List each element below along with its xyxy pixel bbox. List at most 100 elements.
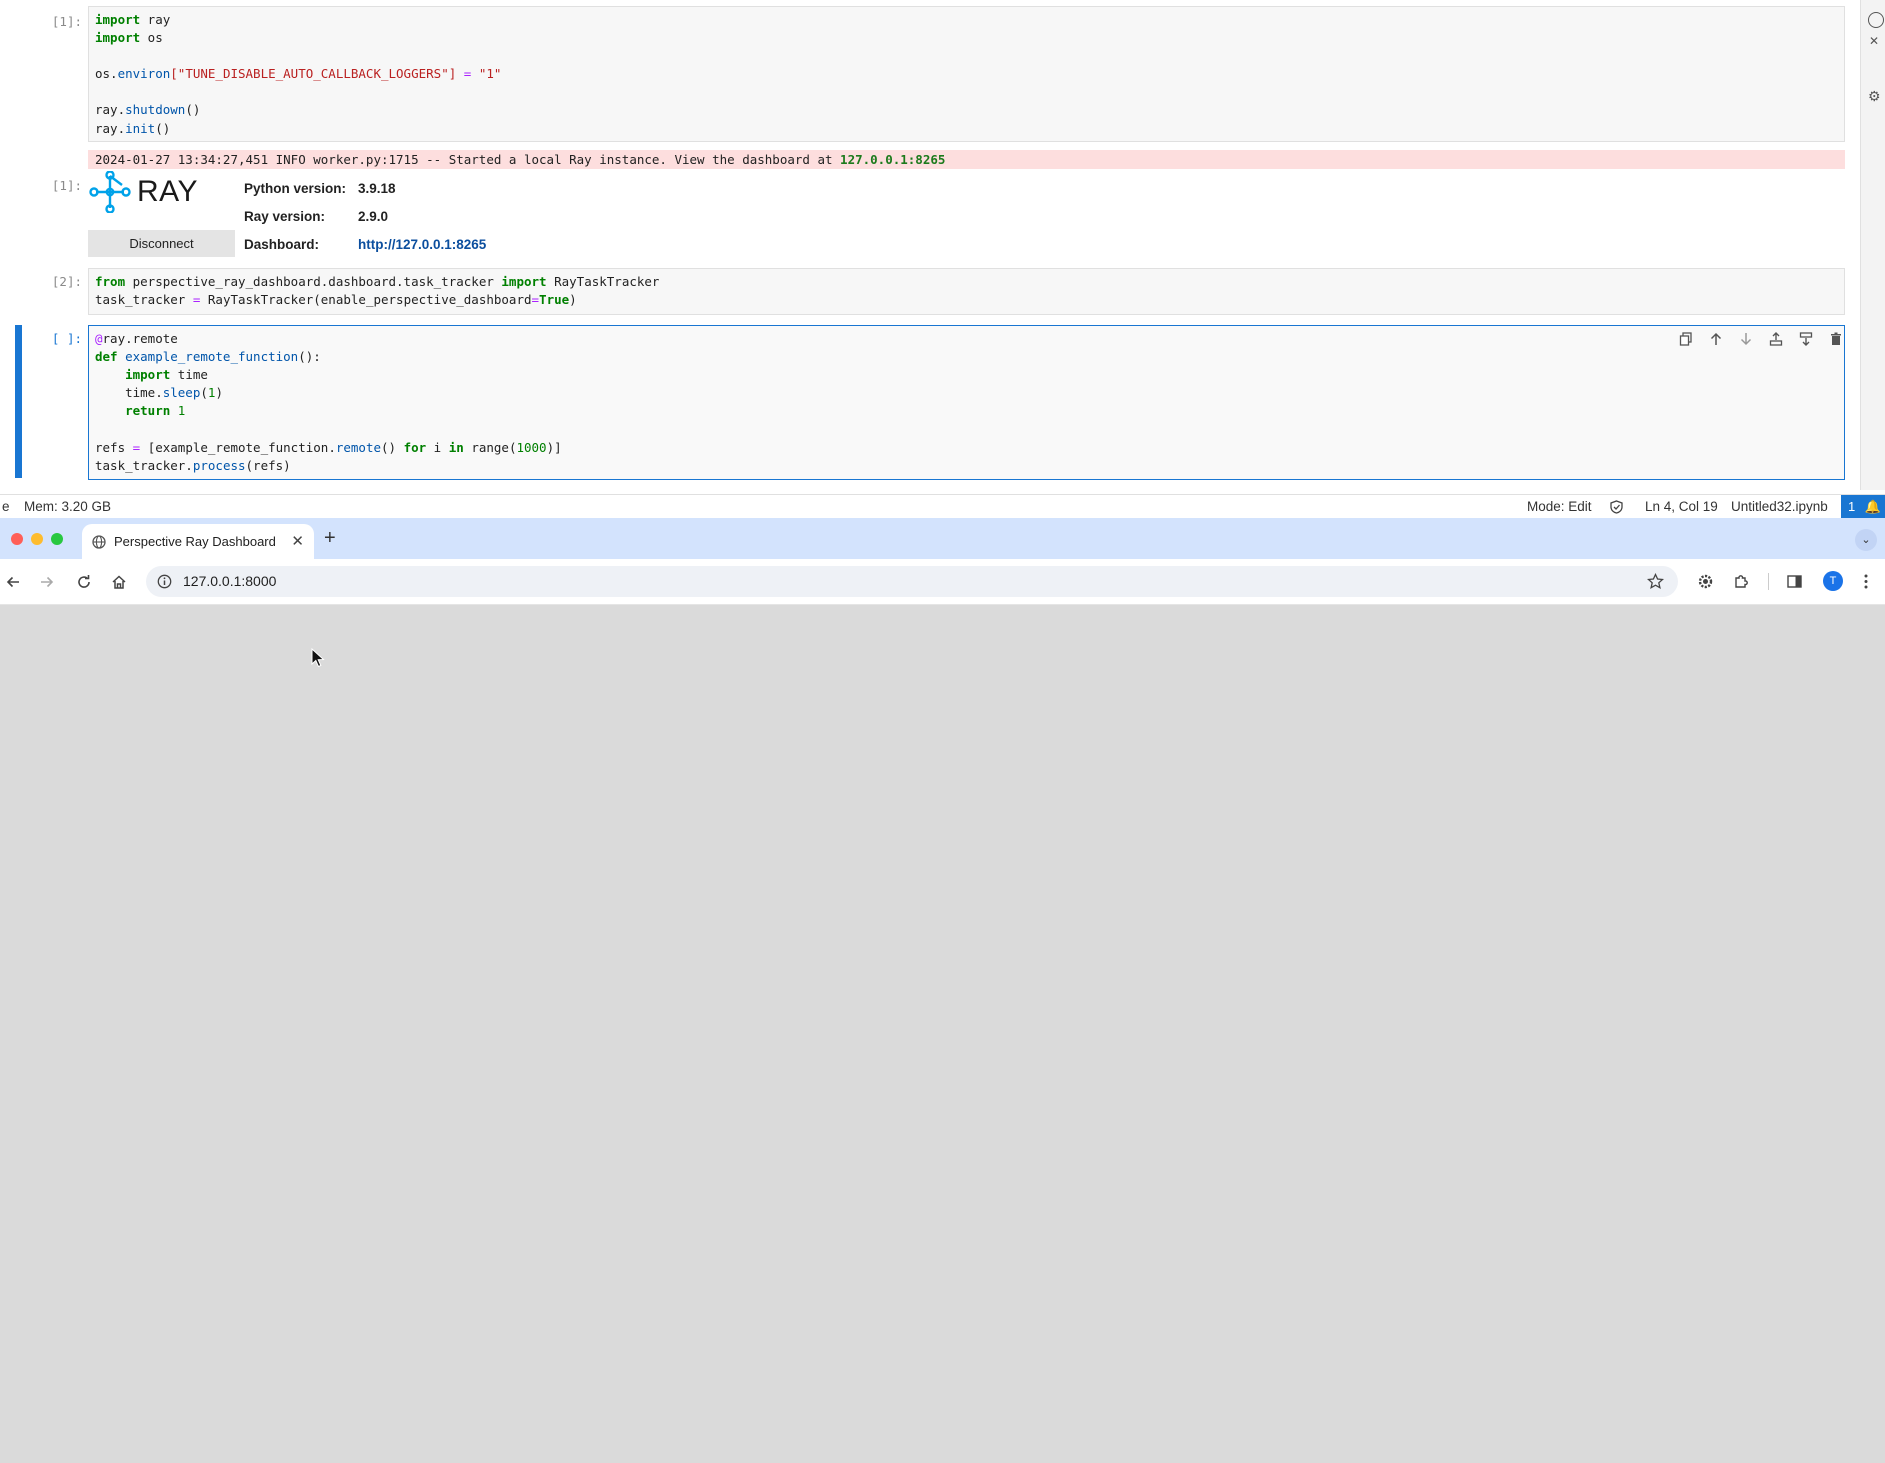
code-token: () (381, 439, 404, 455)
code-token: ray. (95, 120, 126, 136)
info-value: 3.9.18 (358, 180, 396, 196)
code-token: range( (463, 439, 517, 455)
mouse-cursor-icon (311, 648, 325, 668)
bookmark-star-icon[interactable] (1647, 573, 1664, 590)
browser-menu-kebab-icon[interactable] (1863, 559, 1869, 604)
code-token: 1 (170, 403, 186, 419)
home-icon[interactable] (111, 559, 127, 604)
cell-3-code: @ray.remote def example_remote_function(… (89, 326, 1844, 479)
ray-info-table: Python version: 3.9.18 Ray version: 2.9.… (244, 174, 486, 258)
insert-below-icon[interactable] (1796, 329, 1815, 348)
extension-gear-icon[interactable] (1697, 559, 1714, 604)
cursor-position[interactable]: Ln 4, Col 19 (1645, 495, 1718, 518)
code-token: () (185, 102, 201, 118)
ray-logo: RAY (89, 171, 198, 213)
log-dashboard-link[interactable]: 127.0.0.1:8265 (840, 152, 945, 167)
zoom-window-button[interactable] (51, 533, 63, 545)
code-token: () (155, 120, 171, 136)
browser-tab-strip: Perspective Ray Dashboard ✕ + ⌄ (0, 518, 1885, 559)
ray-logo-wordmark: RAY (137, 175, 198, 208)
tab-title: Perspective Ray Dashboard (114, 534, 276, 549)
insert-above-icon[interactable] (1766, 329, 1785, 348)
code-token: ray.remote (102, 331, 178, 346)
cell-2-prompt: [2]: (51, 274, 82, 289)
code-token: in (448, 439, 464, 455)
reload-icon[interactable] (76, 559, 92, 604)
code-token: environ (117, 66, 171, 82)
close-icon[interactable]: ✕ (1869, 34, 1879, 48)
info-value: 2.9.0 (358, 208, 389, 224)
duplicate-cell-icon[interactable] (1676, 329, 1695, 348)
code-token: perspective_ray_dashboard.dashboard.task… (125, 274, 502, 289)
cell-2-input[interactable]: from perspective_ray_dashboard.dashboard… (88, 268, 1845, 315)
palette-icon[interactable] (1868, 12, 1884, 28)
code-token: "1" (478, 66, 502, 82)
code-token: ) (569, 292, 577, 308)
cell-3-prompt: [ ]: (51, 331, 82, 346)
code-token: RayTaskTracker(enable_perspective_dashbo… (200, 292, 532, 308)
forward-arrow-icon[interactable] (39, 559, 55, 604)
code-token: = (456, 66, 479, 82)
back-arrow-icon[interactable] (5, 559, 21, 604)
jupyter-notebook: [1]: import ray import os os.environ["TU… (0, 0, 1885, 518)
gear-icon[interactable]: ⚙ (1868, 88, 1881, 105)
code-token: (): (298, 349, 321, 365)
address-bar[interactable]: 127.0.0.1:8000 (146, 566, 1678, 597)
notebook-filename[interactable]: Untitled32.ipynb (1731, 495, 1828, 518)
cell-3-input[interactable]: @ray.remote def example_remote_function(… (88, 325, 1845, 480)
delete-cell-icon[interactable] (1826, 329, 1845, 348)
site-info-icon[interactable] (157, 574, 172, 589)
mode-indicator[interactable]: Mode: Edit (1527, 495, 1592, 518)
cell-1-input[interactable]: import ray import os os.environ["TUNE_DI… (88, 6, 1845, 142)
dashboard-link[interactable]: http://127.0.0.1:8265 (358, 237, 486, 252)
code-token: time. (95, 385, 163, 401)
code-token: init (125, 120, 156, 136)
notification-count: 1 (1848, 499, 1856, 514)
extensions-puzzle-icon[interactable] (1733, 559, 1750, 604)
browser-toolbar: 127.0.0.1:8000 T (0, 559, 1885, 605)
code-token: sleep (162, 385, 201, 401)
code-token: @ (95, 331, 103, 346)
code-token: ray (140, 12, 171, 27)
code-token: i (426, 439, 449, 455)
cell-1-code: import ray import os os.environ["TUNE_DI… (89, 7, 1844, 142)
code-token: example_remote_function (117, 349, 299, 365)
shield-icon[interactable] (1610, 495, 1623, 518)
code-token: 1000 (516, 439, 547, 455)
info-label: Python version: (244, 180, 347, 196)
code-token: os. (95, 66, 118, 82)
minimize-window-button[interactable] (31, 533, 43, 545)
browser-tab-active[interactable]: Perspective Ray Dashboard ✕ (82, 524, 314, 559)
code-token: task_tracker. (95, 457, 193, 473)
jupyter-status-bar: e Mem: 3.20 GB Mode: Edit Ln 4, Col 19 U… (0, 494, 1885, 518)
notification-button[interactable]: 1 🔔 (1841, 495, 1885, 518)
code-token: from (95, 274, 126, 289)
code-token: task_tracker (95, 292, 193, 308)
disconnect-button[interactable]: Disconnect (88, 230, 235, 257)
info-row-ray: Ray version: 2.9.0 (244, 202, 486, 230)
browser-page-content[interactable] (0, 605, 1885, 1463)
side-panel-icon[interactable] (1786, 559, 1803, 604)
tab-search-chevron-icon[interactable]: ⌄ (1855, 529, 1877, 551)
code-token: (refs) (245, 457, 291, 473)
code-token: for (403, 439, 427, 455)
code-token: import (501, 274, 547, 289)
move-up-icon[interactable] (1706, 329, 1725, 348)
close-window-button[interactable] (11, 533, 23, 545)
code-token: ["TUNE_DISABLE_AUTO_CALLBACK_LOGGERS"] (170, 66, 457, 82)
code-token: import (95, 30, 141, 46)
cell-2-code: from perspective_ray_dashboard.dashboard… (89, 269, 1844, 313)
move-down-icon[interactable] (1736, 329, 1755, 348)
code-token: [example_remote_function. (140, 439, 336, 455)
code-token: os (140, 30, 163, 46)
notebook-side-strip: ✕ ⚙ (1860, 0, 1885, 490)
info-label: Ray version: (244, 208, 326, 224)
tab-close-icon[interactable]: ✕ (291, 524, 304, 560)
cell-1-prompt: [1]: (51, 14, 82, 29)
profile-avatar[interactable]: T (1823, 571, 1843, 591)
output-1-prompt: [1]: (51, 178, 82, 193)
bell-icon: 🔔 (1864, 499, 1882, 514)
status-fragment: e (2, 499, 10, 514)
new-tab-button[interactable]: + (324, 518, 336, 559)
